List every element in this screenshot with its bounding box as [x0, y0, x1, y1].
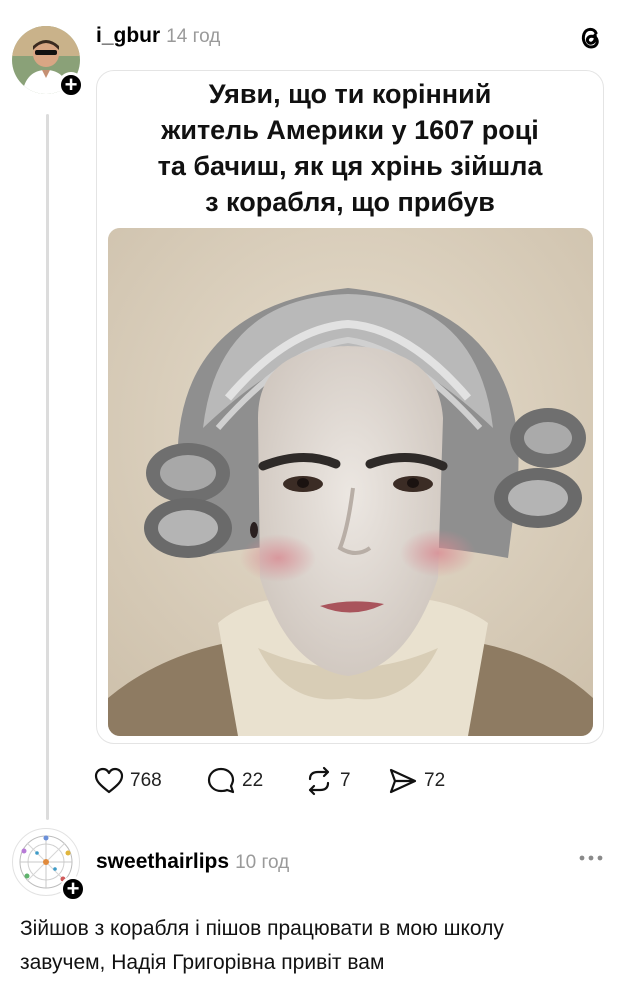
post-author-header: i_gbur 14 год	[96, 24, 220, 48]
reply-author-header: sweethairlips 10 год	[96, 850, 289, 874]
send-icon	[389, 768, 417, 794]
follow-plus-icon[interactable]: +	[58, 72, 84, 98]
repost-count: 7	[340, 770, 351, 791]
comment-count: 22	[242, 770, 264, 791]
heart-icon	[94, 767, 124, 794]
like-count: 768	[130, 770, 162, 791]
powdered-wig-portrait-image	[108, 228, 593, 736]
comment-button[interactable]: 22	[206, 764, 263, 798]
more-dots-icon[interactable]	[578, 852, 604, 864]
post-time: 14 год	[166, 26, 221, 47]
comment-bubble-icon	[207, 767, 235, 794]
meme-photo[interactable]	[108, 228, 593, 736]
meme-line: та бачиш, як ця хрінь зійшла	[157, 151, 543, 181]
like-button[interactable]: 768	[94, 764, 162, 798]
meme-line: Уяви, що ти корінний	[208, 79, 492, 109]
meme-caption: Уяви, що ти корінний житель Америки у 16…	[120, 76, 580, 220]
post-username[interactable]: i_gbur	[96, 24, 160, 47]
reply-text-line: завучем, Надія Григорівна привіт вам	[20, 951, 385, 974]
meme-line: з корабля, що прибув	[205, 187, 495, 217]
reply-time: 10 год	[235, 852, 290, 873]
repost-icon	[308, 766, 330, 796]
threads-logo-icon[interactable]	[575, 22, 605, 52]
follow-plus-icon[interactable]: +	[60, 876, 86, 902]
meme-line: житель Америки у 1607 році	[161, 115, 539, 145]
reply-username[interactable]: sweethairlips	[96, 850, 229, 873]
reply-text-line: Зійшов з корабля і пішов працювати в мою…	[20, 917, 504, 940]
reply-author-avatar[interactable]: +	[12, 828, 86, 902]
share-count: 72	[424, 770, 446, 791]
post-author-avatar[interactable]: +	[12, 26, 84, 98]
share-button[interactable]: 72	[388, 764, 445, 798]
repost-button[interactable]: 7	[304, 764, 351, 798]
reply-text: Зійшов з корабля і пішов працювати в мою…	[20, 912, 610, 980]
thread-connector-line	[46, 114, 49, 820]
